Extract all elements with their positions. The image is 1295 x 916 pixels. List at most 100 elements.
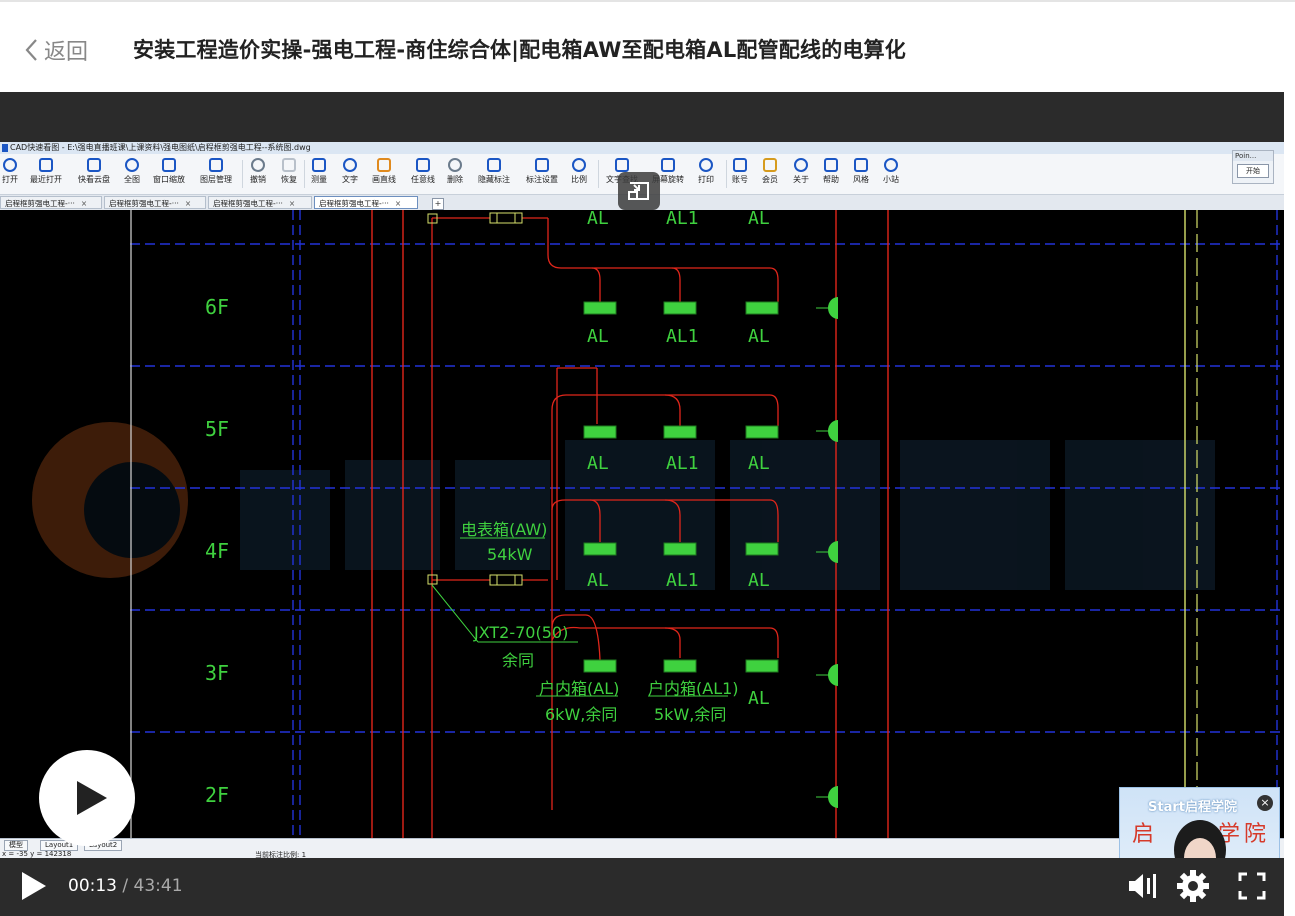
cad-file-tab[interactable]: 启程框剪强电工程-··· × (104, 196, 206, 209)
toolbar-button[interactable]: 撤销 (250, 158, 266, 185)
box-label: AL1 (666, 453, 699, 474)
toolbar-icon (824, 158, 838, 172)
current-time: 00:13 (68, 876, 117, 896)
distribution-box (583, 542, 617, 556)
toolbar-button[interactable]: 账号 (732, 158, 748, 185)
toolbar-button[interactable]: 测量 (311, 158, 327, 185)
teacher-figure (1174, 820, 1226, 858)
toolbar-icon (377, 158, 391, 172)
cad-drawing-canvas[interactable]: 6F 5F 4F 3F 2F AL AL1 AL AL AL1 AL AL AL… (0, 210, 1284, 838)
toolbar-icon (312, 158, 326, 172)
toolbar-button[interactable]: 隐藏标注 (478, 158, 510, 185)
toolbar-icon (699, 158, 713, 172)
toolbar-separator (726, 160, 727, 188)
toolbar-button[interactable]: 打印 (698, 158, 714, 185)
toolbar-label: 打印 (698, 175, 714, 184)
floor-label: 3F (205, 661, 229, 685)
toolbar-button[interactable]: 比例 (571, 158, 587, 185)
volume-icon[interactable] (1125, 868, 1161, 904)
add-tab-button[interactable]: + (432, 198, 444, 210)
toolbar-icon (572, 158, 586, 172)
toolbar-button[interactable]: 恢复 (281, 158, 297, 185)
toolbar-button[interactable]: 窗口缩放 (153, 158, 185, 185)
floor-label: 2F (205, 783, 229, 807)
cad-file-tab-active[interactable]: 启程框剪强电工程-··· × (314, 196, 418, 209)
toolbar-button[interactable]: 最近打开 (30, 158, 62, 185)
toolbar-button[interactable]: 任意线 (411, 158, 435, 185)
cad-file-tab-label: 启程框剪强电工程-··· (319, 199, 389, 208)
distribution-box (745, 301, 779, 315)
time-display: 00:13 / 43:41 (68, 876, 183, 896)
floating-panel: Poin... 开始 (1232, 150, 1274, 184)
toolbar-button[interactable]: 关于 (793, 158, 809, 185)
start-button[interactable]: 开始 (1237, 164, 1269, 178)
play-button[interactable] (22, 872, 46, 900)
toolbar-button[interactable]: 全图 (124, 158, 140, 185)
close-icon[interactable]: × (185, 199, 191, 208)
big-play-button[interactable] (39, 750, 135, 846)
annotation-scale: 当前标注比例: 1 (255, 851, 307, 858)
toolbar-button[interactable]: 风格 (853, 158, 869, 185)
toolbar-label: 任意线 (411, 175, 435, 184)
toolbar-button[interactable]: 画直线 (372, 158, 396, 185)
toolbar-button[interactable]: 文字 (342, 158, 358, 185)
toolbar-label: 关于 (793, 175, 809, 184)
distribution-box (663, 542, 697, 556)
box-label: AL (748, 570, 770, 591)
toolbar-button[interactable]: 图层管理 (200, 158, 232, 185)
toolbar-icon (282, 158, 296, 172)
toolbar-icon (854, 158, 868, 172)
box-label: AL1 (666, 326, 699, 347)
back-button[interactable]: 返回 (24, 35, 88, 65)
floor-label: 6F (205, 295, 229, 319)
toolbar-label: 文字 (342, 175, 358, 184)
toolbar-button[interactable]: 删除 (447, 158, 463, 185)
toolbar-label: 小站 (883, 175, 899, 184)
fullscreen-icon[interactable] (1234, 868, 1270, 904)
toolbar-button[interactable]: 标注设置 (526, 158, 558, 185)
close-icon[interactable]: × (289, 199, 295, 208)
meter-box-label: 电表箱(AW) (461, 520, 547, 539)
toolbar-icon (535, 158, 549, 172)
toolbar-icon (661, 158, 675, 172)
toolbar-icon (125, 158, 139, 172)
box-label: AL (587, 326, 609, 347)
video-frame[interactable]: CAD快速看图 - E:\强电直播班课\上课资料\强电图纸\启程框剪强电工程--… (0, 142, 1284, 858)
close-camera-button[interactable]: × (1257, 795, 1273, 811)
page-title: 安装工程造价实操-强电工程-商住综合体|配电箱AW至配电箱AL配管配线的电算化 (133, 38, 907, 62)
distribution-box (583, 425, 617, 439)
right-gutter (1284, 92, 1295, 916)
toolbar-icon (615, 158, 629, 172)
distribution-box (583, 301, 617, 315)
cad-drawing: 6F 5F 4F 3F 2F AL AL1 AL AL AL1 AL AL AL… (32, 210, 1284, 838)
toolbar-icon (343, 158, 357, 172)
toolbar-label: 删除 (447, 175, 463, 184)
cad-file-tab[interactable]: 启程框剪强电工程-··· × (208, 196, 312, 209)
close-icon[interactable]: × (395, 199, 401, 208)
toolbar-button[interactable]: 小站 (883, 158, 899, 185)
toolbar-button[interactable]: 会员 (762, 158, 778, 185)
video-player: CAD快速看图 - E:\强电直播班课\上课资料\强电图纸\启程框剪强电工程--… (0, 92, 1284, 916)
toolbar-icon (209, 158, 223, 172)
toolbar-icon (794, 158, 808, 172)
distribution-box (663, 425, 697, 439)
toolbar-label: 账号 (732, 175, 748, 184)
box-label: AL (748, 453, 770, 474)
toolbar-button[interactable]: 快看云盘 (78, 158, 110, 185)
close-icon[interactable]: × (81, 199, 87, 208)
toolbar-icon (87, 158, 101, 172)
cad-file-tab[interactable]: 启程框剪强电工程-··· × (0, 196, 102, 209)
toolbar-button[interactable]: 帮助 (823, 158, 839, 185)
toolbar-button[interactable]: 打开 (2, 158, 18, 185)
indoor-al-power: 6kW,余同 (545, 705, 617, 724)
indoor-al-label: 户内箱(AL) (539, 679, 619, 698)
toolbar-separator (598, 160, 599, 188)
toolbar-label: 最近打开 (30, 175, 62, 184)
gear-icon[interactable] (1175, 868, 1211, 904)
picture-in-picture-button[interactable] (618, 172, 660, 210)
floor-label: 5F (205, 417, 229, 441)
box-label: AL (587, 453, 609, 474)
box-label: AL1 (666, 570, 699, 591)
pip-icon (628, 182, 649, 200)
toolbar-label: 比例 (571, 175, 587, 184)
